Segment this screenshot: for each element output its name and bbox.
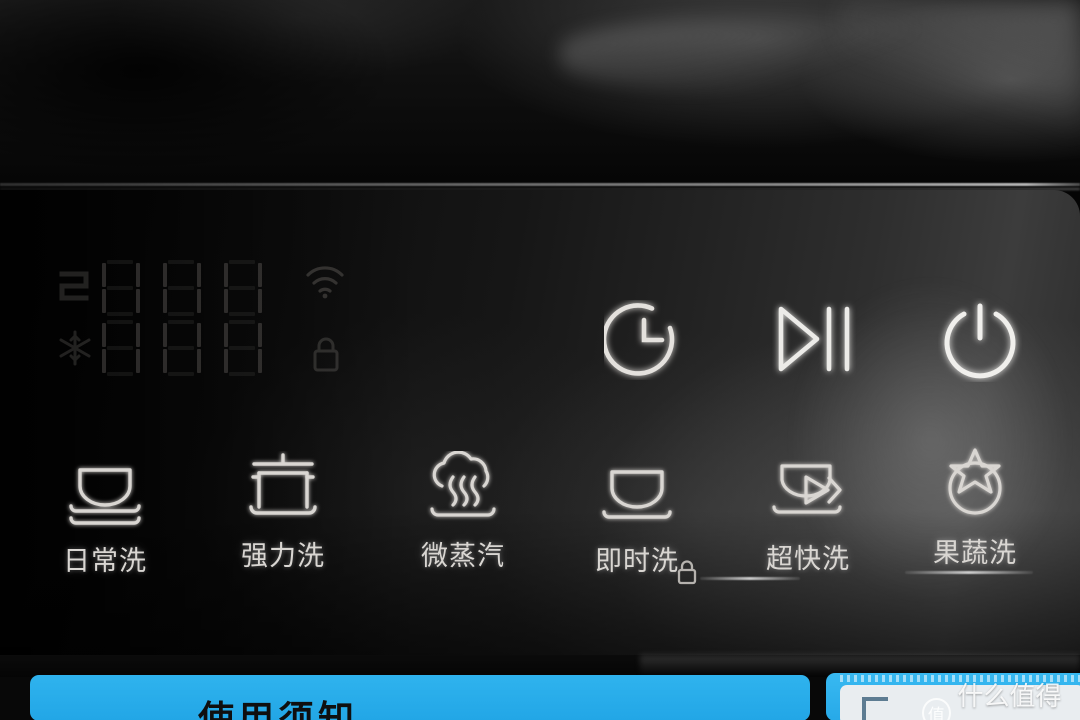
power-button[interactable] (938, 298, 1022, 382)
led-segment-display (52, 258, 362, 398)
clock-icon (604, 303, 675, 376)
steam-cloud-icon (388, 451, 538, 527)
bowl-fastforward-icon (733, 458, 883, 530)
display-digit-4 (98, 320, 144, 376)
watermark-text: 什么值得买 (957, 682, 1062, 720)
corner-mark-icon (862, 697, 888, 720)
display-digit-1 (98, 260, 144, 316)
program-strong-wash[interactable]: 强力洗 (208, 453, 358, 573)
delay-timer-button[interactable] (604, 300, 684, 380)
body-highlight-right (840, 0, 1080, 150)
appliance-control-panel-photo: 日常洗 强力洗 微蒸汽 即时洗 超快洗 果蔬洗 使用须知 值 什么值得 (0, 0, 1080, 720)
program-super-fast-wash[interactable]: 超快洗 (733, 458, 883, 576)
display-digit-2 (159, 260, 205, 316)
program-daily-wash[interactable]: 日常洗 (30, 460, 180, 578)
display-row-bottom (52, 320, 281, 376)
program-label: 超快洗 (766, 544, 850, 575)
selection-underline-super-fast (700, 577, 800, 580)
program-label: 日常洗 (63, 546, 147, 577)
strip-highlight (640, 655, 1080, 675)
wifi-icon (304, 264, 346, 300)
child-lock-icon[interactable] (676, 559, 698, 585)
snowflake-icon (52, 322, 98, 374)
pot-icon (208, 453, 358, 527)
bottom-sticker-strip: 使用须知 (0, 655, 1080, 720)
body-shadow (0, 0, 560, 185)
panel-seam (0, 183, 1080, 186)
watermark: 值 什么值得买 (922, 676, 1080, 720)
watermark-logo-icon: 值 (922, 698, 951, 720)
program-label: 微蒸汽 (421, 541, 505, 572)
power-icon (944, 303, 1016, 379)
display-lock-icon (310, 334, 342, 374)
display-row-top (52, 260, 281, 316)
start-pause-button[interactable] (772, 300, 856, 380)
play-pause-icon (778, 306, 850, 372)
display-digit-3 (220, 260, 266, 316)
display-digit-5 (159, 320, 205, 376)
appliance-top-body (0, 0, 1080, 192)
program-micro-steam[interactable]: 微蒸汽 (388, 451, 538, 573)
program-label: 果蔬洗 (933, 538, 1017, 569)
display-digit-6 (220, 320, 266, 376)
bowl-plate-icon (562, 460, 712, 532)
bowl-plates-icon (30, 460, 180, 532)
tomato-icon (900, 448, 1050, 524)
selection-underline-fruit-veg (905, 571, 1033, 574)
program-fruit-veg-wash[interactable]: 果蔬洗 (900, 448, 1050, 570)
program-label: 强力洗 (241, 541, 325, 572)
notice-sticker: 使用须知 (30, 675, 810, 720)
s-indicator-icon (52, 262, 98, 314)
notice-sticker-label: 使用须知 (198, 699, 359, 720)
